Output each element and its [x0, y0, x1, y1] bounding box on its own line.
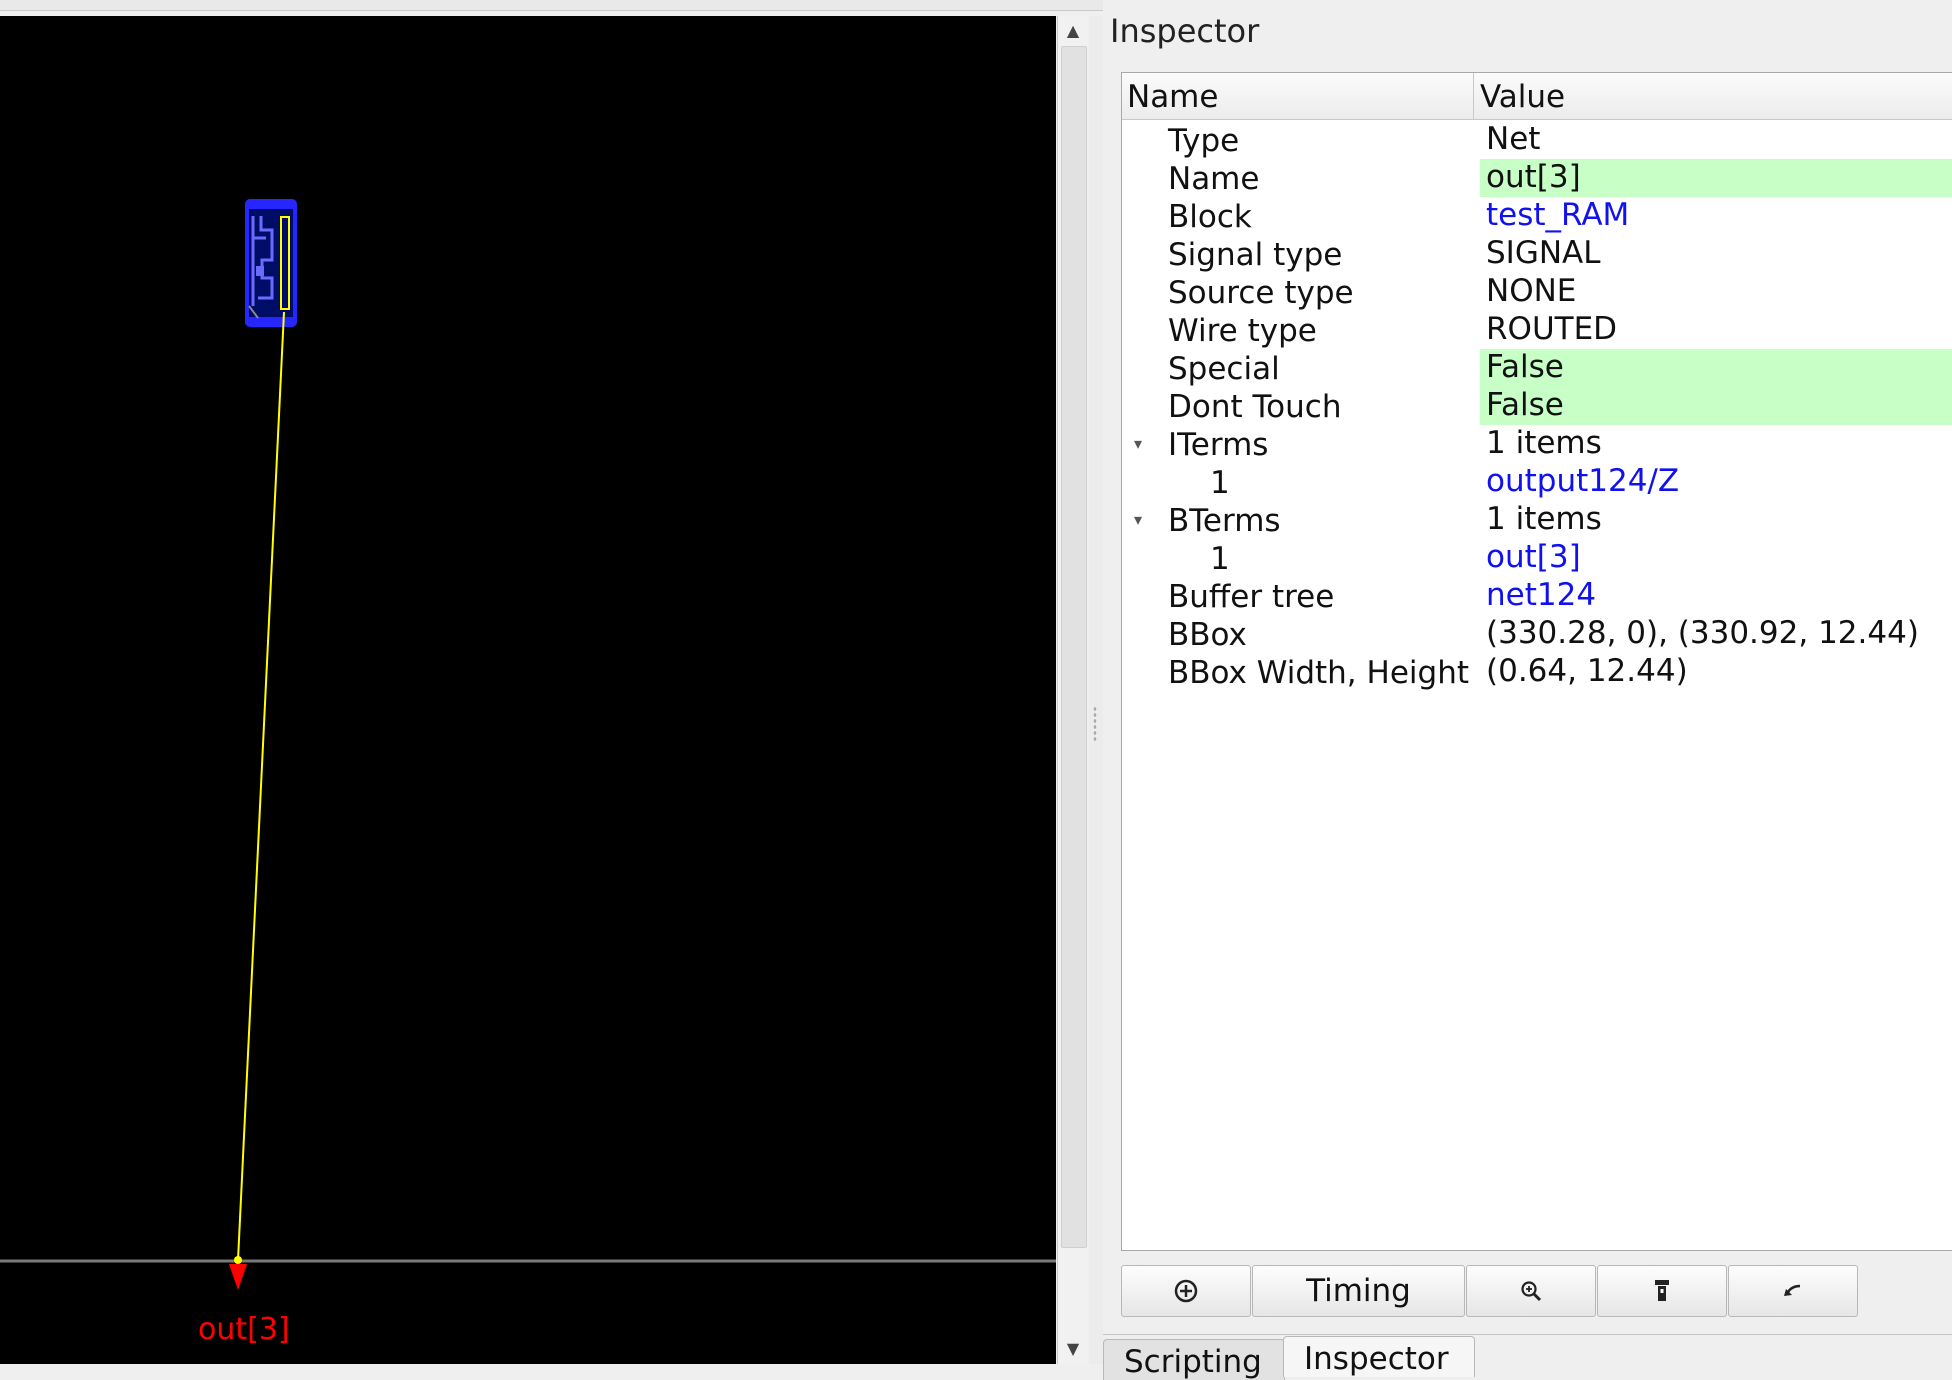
property-name: ITerms: [1168, 427, 1269, 463]
expand-arrow-icon[interactable]: ▾: [1134, 428, 1154, 460]
property-name: 1: [1210, 541, 1230, 577]
column-header-value[interactable]: Value: [1480, 79, 1565, 115]
inspector-tree[interactable]: Name Value Type Net Name out[3] Block test_RA…: [1121, 72, 1952, 1251]
property-value: (330.28, 0), (330.92, 12.44): [1486, 615, 1919, 651]
property-name: Block: [1168, 199, 1252, 235]
property-row[interactable]: ▾ ITerms 1 items: [1122, 425, 1952, 463]
layout-canvas[interactable]: [0, 16, 1056, 1364]
highlight-button[interactable]: [1597, 1265, 1727, 1317]
property-row[interactable]: 1 output124/Z: [1122, 463, 1952, 501]
property-row[interactable]: ▾ BTerms 1 items: [1122, 501, 1952, 539]
property-row[interactable]: Type Net: [1122, 121, 1952, 159]
property-row[interactable]: Source type NONE: [1122, 273, 1952, 311]
tab-scripting[interactable]: Scripting: [1103, 1339, 1285, 1380]
property-value-link[interactable]: test_RAM: [1480, 197, 1952, 235]
undo-icon: [1784, 1284, 1801, 1296]
flashlight-icon: [1655, 1280, 1669, 1301]
property-name: Buffer tree: [1168, 579, 1335, 615]
property-row[interactable]: BBox (330.28, 0), (330.92, 12.44): [1122, 615, 1952, 653]
property-name: 1: [1210, 465, 1230, 501]
splitter-grip-icon: [1093, 706, 1097, 742]
zoom-in-icon: [1521, 1281, 1542, 1302]
tree-rows: Type Net Name out[3] Block test_RAM Signal typ…: [1122, 121, 1952, 691]
property-value: NONE: [1486, 273, 1577, 309]
property-name: Signal type: [1168, 237, 1343, 273]
property-name: BBox Width, Height: [1168, 655, 1469, 691]
property-row[interactable]: Block test_RAM: [1122, 197, 1952, 235]
property-value: out[3]: [1480, 159, 1952, 197]
tab-inspector[interactable]: Inspector: [1283, 1336, 1475, 1377]
property-name: Type: [1168, 123, 1240, 159]
property-value-link[interactable]: output124/Z: [1480, 463, 1952, 501]
property-name: BTerms: [1168, 503, 1281, 539]
property-value: ROUTED: [1486, 311, 1618, 347]
property-value: (0.64, 12.44): [1486, 653, 1688, 689]
circle-plus-icon: [1174, 1279, 1198, 1303]
inspector-dock: Inspector Name Value Type Net Name out[3] Bl…: [1103, 0, 1952, 1380]
dock-tabs: Scripting Inspector: [1103, 1334, 1952, 1380]
property-row[interactable]: Buffer tree net124: [1122, 577, 1952, 615]
property-name: Dont Touch: [1168, 389, 1342, 425]
select-button[interactable]: [1121, 1265, 1251, 1317]
property-row[interactable]: Wire type ROUTED: [1122, 311, 1952, 349]
property-name: Wire type: [1168, 313, 1317, 349]
property-value: 1 items: [1486, 501, 1602, 537]
layout-vertical-scrollbar[interactable]: ▲ ▼: [1057, 16, 1088, 1364]
scrollbar-thumb[interactable]: [1061, 46, 1087, 1248]
property-value: Net: [1486, 121, 1541, 157]
property-row[interactable]: 1 out[3]: [1122, 539, 1952, 577]
back-button[interactable]: [1728, 1265, 1858, 1317]
property-value-link[interactable]: out[3]: [1480, 539, 1952, 577]
dock-splitter[interactable]: [1089, 16, 1103, 1364]
timing-button-label: Timing: [1306, 1273, 1411, 1309]
column-header-name[interactable]: Name: [1127, 79, 1218, 115]
scroll-down-arrow-icon[interactable]: ▼: [1061, 1336, 1085, 1360]
property-name: BBox: [1168, 617, 1247, 653]
property-row[interactable]: Special False: [1122, 349, 1952, 387]
property-value-link[interactable]: net124: [1480, 577, 1952, 615]
property-name: Special: [1168, 351, 1280, 387]
property-value: False: [1480, 387, 1952, 425]
tree-header: Name Value: [1122, 73, 1952, 120]
cell-output124[interactable]: [245, 199, 297, 327]
net-flight-line: [237, 311, 285, 1261]
expand-arrow-icon[interactable]: ▾: [1134, 504, 1154, 536]
property-row[interactable]: Signal type SIGNAL: [1122, 235, 1952, 273]
property-row[interactable]: BBox Width, Height (0.64, 12.44): [1122, 653, 1952, 691]
property-value: SIGNAL: [1486, 235, 1601, 271]
timing-button[interactable]: Timing: [1252, 1265, 1465, 1317]
pin-label: out[3]: [198, 1312, 290, 1347]
property-value: 1 items: [1486, 425, 1602, 461]
property-name: Source type: [1168, 275, 1354, 311]
property-name: Name: [1168, 161, 1260, 197]
column-separator[interactable]: [1473, 73, 1474, 119]
inspector-title: Inspector: [1110, 12, 1260, 50]
zoom-button[interactable]: [1466, 1265, 1596, 1317]
property-value: False: [1480, 349, 1952, 387]
layout-view[interactable]: out[3]: [0, 16, 1056, 1364]
property-row[interactable]: Name out[3]: [1122, 159, 1952, 197]
property-row[interactable]: Dont Touch False: [1122, 387, 1952, 425]
scroll-up-arrow-icon[interactable]: ▲: [1061, 18, 1085, 42]
inspector-toolbar: Timing: [1121, 1265, 1952, 1317]
